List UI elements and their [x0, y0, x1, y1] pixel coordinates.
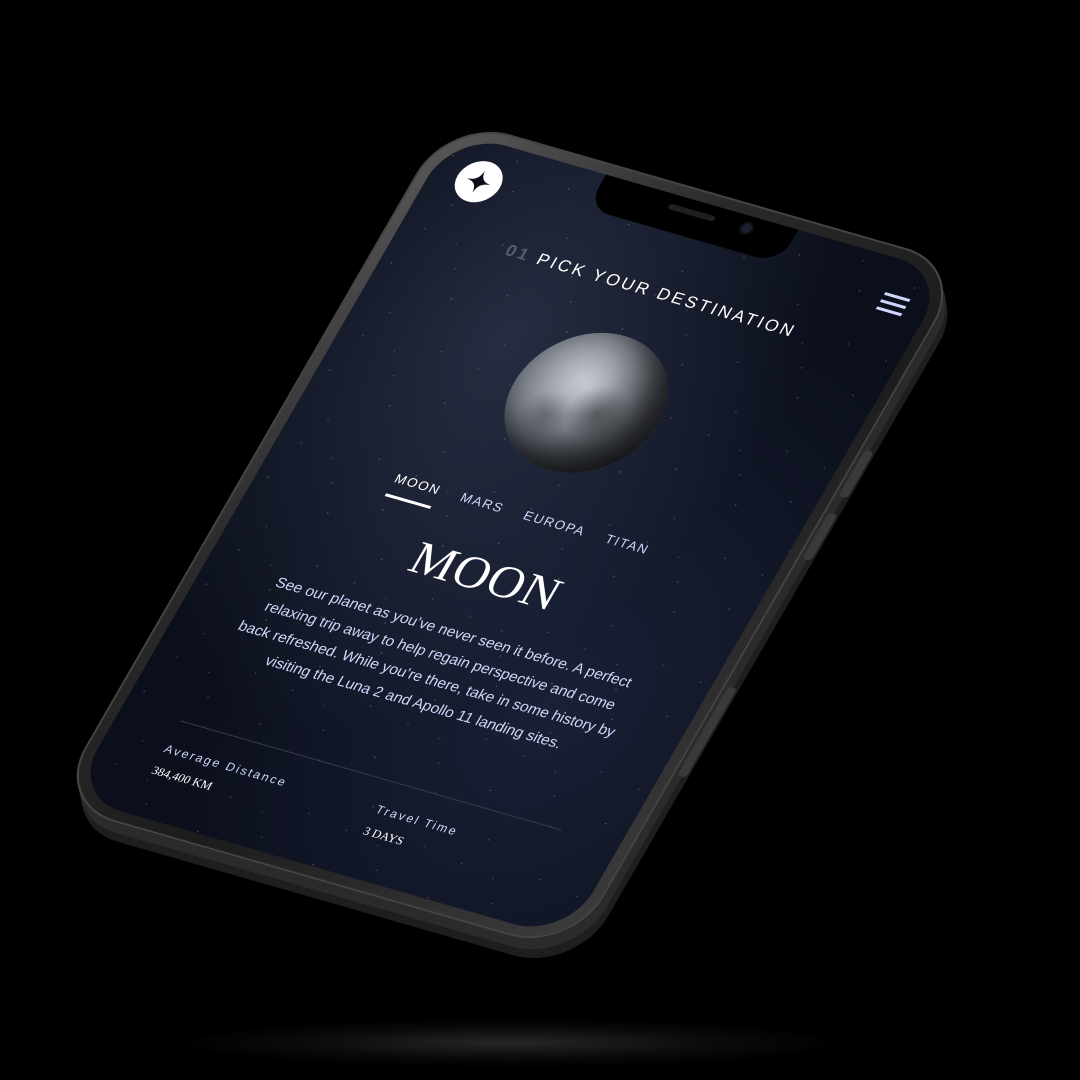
star-logo-shape: [467, 170, 491, 193]
front-camera: [739, 222, 754, 235]
phone-floor-shadow: [190, 1020, 830, 1066]
speaker-grille: [667, 203, 717, 222]
phone-mockup: 01PICK YOUR DESTINATION MOON MARS EUROPA…: [52, 116, 968, 954]
